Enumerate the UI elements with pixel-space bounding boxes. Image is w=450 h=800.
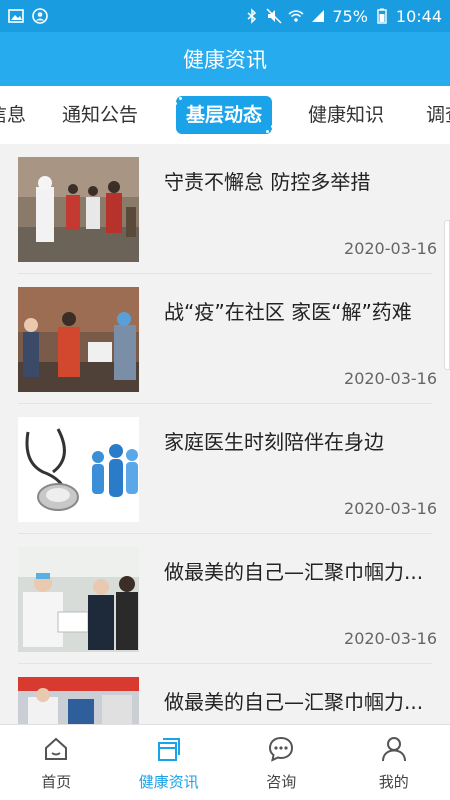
article-title: 战“疫”在社区 家医“解”药难 bbox=[164, 300, 412, 324]
wifi-icon bbox=[288, 10, 304, 22]
person-icon bbox=[381, 737, 406, 762]
mute-icon bbox=[266, 8, 282, 24]
page-title: 健康资讯 bbox=[183, 48, 267, 72]
scroll-indicator[interactable] bbox=[444, 220, 450, 370]
nav-health-news-label: 健康资讯 bbox=[138, 773, 199, 791]
nav-profile-label: 我的 bbox=[378, 773, 409, 791]
article-date: 2020-03-16 bbox=[344, 499, 437, 518]
list-item[interactable]: 做最美的自己—汇聚巾帼力... bbox=[18, 664, 432, 724]
nav-home[interactable]: 首页 bbox=[0, 725, 113, 800]
tab-notices[interactable]: 通知公告 bbox=[62, 86, 138, 144]
article-thumbnail bbox=[18, 157, 139, 262]
tab-community-news-label: 基层动态 bbox=[186, 104, 263, 126]
battery-icon bbox=[377, 8, 387, 24]
list-item[interactable]: 家庭医生时刻陪伴在身边 2020-03-16 bbox=[18, 404, 437, 534]
status-bar: 75% 10:44 bbox=[0, 0, 450, 32]
article-thumbnail bbox=[18, 287, 139, 392]
article-list: 守责不懈怠 防控多举措 2020-03-16 战“疫”在社区 家医“解”药难 2… bbox=[0, 144, 450, 724]
article-thumbnail bbox=[18, 677, 139, 724]
nav-consult[interactable]: 咨询 bbox=[225, 725, 338, 800]
page-header: 健康资讯 bbox=[0, 32, 450, 86]
article-title: 家庭医生时刻陪伴在身边 bbox=[164, 430, 384, 454]
article-title: 做最美的自己—汇聚巾帼力... bbox=[164, 690, 424, 714]
news-icon bbox=[157, 738, 180, 761]
bottom-navigation: 首页 健康资讯 咨询 我的 bbox=[0, 724, 450, 800]
chat-icon bbox=[269, 736, 294, 762]
article-date: 2020-03-16 bbox=[344, 629, 437, 648]
tab-community-news[interactable]: 基层动态 bbox=[174, 92, 275, 138]
bluetooth-icon bbox=[247, 8, 257, 24]
signal-icon bbox=[312, 10, 325, 22]
account-icon bbox=[32, 8, 48, 24]
list-item[interactable]: 做最美的自己—汇聚巾帼力... 2020-03-16 bbox=[18, 534, 437, 664]
sparkle-dots-icon bbox=[260, 124, 275, 138]
article-date: 2020-03-16 bbox=[344, 239, 437, 258]
article-date: 2020-03-16 bbox=[344, 369, 437, 388]
article-title: 守责不懈怠 防控多举措 bbox=[164, 170, 371, 194]
list-item[interactable]: 守责不懈怠 防控多举措 2020-03-16 bbox=[18, 144, 437, 274]
article-thumbnail bbox=[18, 417, 139, 522]
sparkle-dots-icon bbox=[174, 92, 188, 106]
list-item[interactable]: 战“疫”在社区 家医“解”药难 2020-03-16 bbox=[18, 274, 437, 404]
home-icon bbox=[45, 737, 68, 760]
nav-health-news[interactable]: 健康资讯 bbox=[113, 725, 226, 800]
clock: 10:44 bbox=[395, 6, 442, 26]
article-thumbnail bbox=[18, 547, 139, 652]
tab-info[interactable]: 信息 bbox=[0, 86, 26, 144]
tab-health-knowledge[interactable]: 健康知识 bbox=[308, 86, 384, 144]
tab-survey[interactable]: 调查 bbox=[426, 86, 450, 144]
nav-consult-label: 咨询 bbox=[266, 773, 297, 791]
nav-home-label: 首页 bbox=[41, 773, 72, 791]
battery-percent: 75% bbox=[332, 6, 368, 26]
category-tabs: 信息 通知公告 基层动态 健康知识 调查 bbox=[0, 86, 450, 144]
nav-profile[interactable]: 我的 bbox=[338, 725, 450, 800]
gallery-icon bbox=[8, 9, 24, 23]
article-title: 做最美的自己—汇聚巾帼力... bbox=[164, 560, 424, 584]
